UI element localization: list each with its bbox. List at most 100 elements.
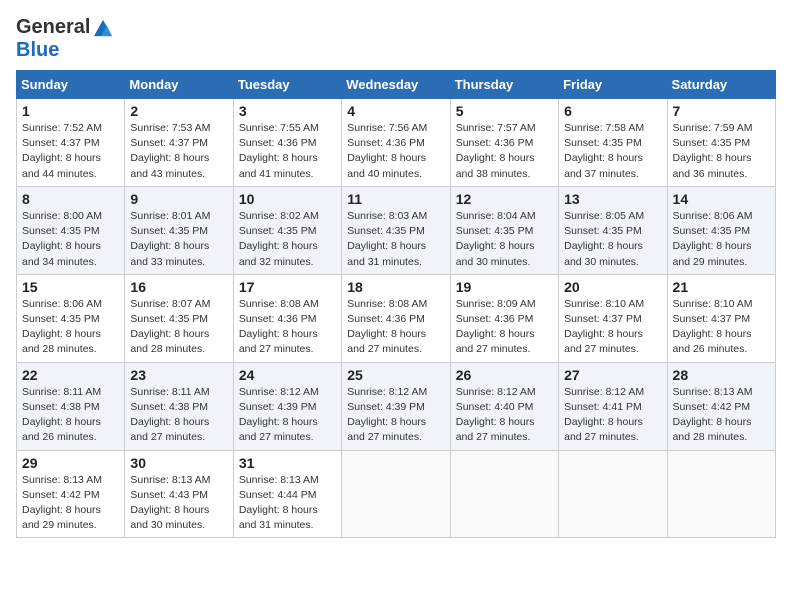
day-number: 14 [673, 191, 770, 207]
day-number: 7 [673, 103, 770, 119]
day-number: 11 [347, 191, 444, 207]
calendar-cell: 16 Sunrise: 8:07 AMSunset: 4:35 PMDayligh… [125, 274, 233, 362]
day-number: 30 [130, 455, 227, 471]
day-number: 1 [22, 103, 119, 119]
day-info: Sunrise: 8:10 AMSunset: 4:37 PMDaylight:… [564, 297, 661, 358]
day-number: 8 [22, 191, 119, 207]
calendar-cell: 19Sunrise: 8:09 AMSunset: 4:36 PMDayligh… [450, 274, 558, 362]
day-number: 18 [347, 279, 444, 295]
day-info: Sunrise: 7:58 AMSunset: 4:35 PMDaylight:… [564, 121, 661, 182]
logo-icon [94, 19, 112, 37]
calendar-cell: 23Sunrise: 8:11 AMSunset: 4:38 PMDayligh… [125, 362, 233, 450]
day-number: 15 [22, 279, 119, 295]
calendar-cell: 6 Sunrise: 7:58 AMSunset: 4:35 PMDaylight… [559, 99, 667, 187]
day-number: 16 [130, 279, 227, 295]
day-header-thursday: Thursday [450, 71, 558, 99]
day-number: 10 [239, 191, 336, 207]
calendar-cell: 9Sunrise: 8:01 AMSunset: 4:35 PMDaylight… [125, 186, 233, 274]
day-number: 29 [22, 455, 119, 471]
day-info: Sunrise: 8:11 AMSunset: 4:38 PMDaylight:… [22, 385, 119, 446]
day-number: 27 [564, 367, 661, 383]
day-number: 24 [239, 367, 336, 383]
calendar-cell: 28 Sunrise: 8:13 AMSunset: 4:42 PMDayligh… [667, 362, 775, 450]
calendar-cell: 14 Sunrise: 8:06 AMSunset: 4:35 PMDayligh… [667, 186, 775, 274]
day-number: 3 [239, 103, 336, 119]
calendar-week-row: 15Sunrise: 8:06 AMSunset: 4:35 PMDayligh… [17, 274, 776, 362]
day-number: 13 [564, 191, 661, 207]
logo: General Blue [16, 16, 112, 62]
calendar-cell: 5 Sunrise: 7:57 AMSunset: 4:36 PMDaylight… [450, 99, 558, 187]
calendar-cell: 30 Sunrise: 8:13 AMSunset: 4:43 PMDayligh… [125, 450, 233, 538]
calendar-cell: 27 Sunrise: 8:12 AMSunset: 4:41 PMDayligh… [559, 362, 667, 450]
calendar-cell: 4 Sunrise: 7:56 AMSunset: 4:36 PMDaylight… [342, 99, 450, 187]
day-info: Sunrise: 8:04 AMSunset: 4:35 PMDaylight:… [456, 209, 553, 270]
day-number: 19 [456, 279, 553, 295]
calendar-cell: 10 Sunrise: 8:02 AMSunset: 4:35 PMDayligh… [233, 186, 341, 274]
calendar-cell: 13 Sunrise: 8:05 AMSunset: 4:35 PMDayligh… [559, 186, 667, 274]
day-info: Sunrise: 8:12 AMSunset: 4:39 PMDaylight:… [239, 385, 336, 446]
calendar-cell: 26 Sunrise: 8:12 AMSunset: 4:40 PMDayligh… [450, 362, 558, 450]
logo-general-text: General [16, 16, 90, 39]
day-header-friday: Friday [559, 71, 667, 99]
calendar-cell [450, 450, 558, 538]
day-info: Sunrise: 8:12 AMSunset: 4:40 PMDaylight:… [456, 385, 553, 446]
calendar-cell: 31Sunrise: 8:13 AMSunset: 4:44 PMDayligh… [233, 450, 341, 538]
day-info: Sunrise: 7:56 AMSunset: 4:36 PMDaylight:… [347, 121, 444, 182]
calendar-table: SundayMondayTuesdayWednesdayThursdayFrid… [16, 70, 776, 538]
day-header-sunday: Sunday [17, 71, 125, 99]
day-info: Sunrise: 8:05 AMSunset: 4:35 PMDaylight:… [564, 209, 661, 270]
calendar-week-row: 22Sunrise: 8:11 AMSunset: 4:38 PMDayligh… [17, 362, 776, 450]
calendar-week-row: 8 Sunrise: 8:00 AMSunset: 4:35 PMDaylight… [17, 186, 776, 274]
day-info: Sunrise: 8:13 AMSunset: 4:43 PMDaylight:… [130, 473, 227, 534]
calendar-week-row: 1Sunrise: 7:52 AMSunset: 4:37 PMDaylight… [17, 99, 776, 187]
calendar-cell: 15Sunrise: 8:06 AMSunset: 4:35 PMDayligh… [17, 274, 125, 362]
day-info: Sunrise: 8:12 AMSunset: 4:39 PMDaylight:… [347, 385, 444, 446]
calendar-cell: 29Sunrise: 8:13 AMSunset: 4:42 PMDayligh… [17, 450, 125, 538]
day-header-wednesday: Wednesday [342, 71, 450, 99]
calendar-header-row: SundayMondayTuesdayWednesdayThursdayFrid… [17, 71, 776, 99]
calendar-cell: 7 Sunrise: 7:59 AMSunset: 4:35 PMDaylight… [667, 99, 775, 187]
day-number: 28 [673, 367, 770, 383]
logo-blue-text: Blue [16, 39, 59, 62]
day-info: Sunrise: 8:08 AMSunset: 4:36 PMDaylight:… [239, 297, 336, 358]
day-info: Sunrise: 8:13 AMSunset: 4:42 PMDaylight:… [673, 385, 770, 446]
calendar-cell: 11 Sunrise: 8:03 AMSunset: 4:35 PMDayligh… [342, 186, 450, 274]
day-number: 2 [130, 103, 227, 119]
day-info: Sunrise: 8:00 AMSunset: 4:35 PMDaylight:… [22, 209, 119, 270]
day-info: Sunrise: 8:10 AMSunset: 4:37 PMDaylight:… [673, 297, 770, 358]
day-info: Sunrise: 8:07 AMSunset: 4:35 PMDaylight:… [130, 297, 227, 358]
calendar-cell: 20Sunrise: 8:10 AMSunset: 4:37 PMDayligh… [559, 274, 667, 362]
calendar-cell: 2 Sunrise: 7:53 AMSunset: 4:37 PMDaylight… [125, 99, 233, 187]
calendar-cell: 18 Sunrise: 8:08 AMSunset: 4:36 PMDayligh… [342, 274, 450, 362]
day-number: 31 [239, 455, 336, 471]
day-info: Sunrise: 7:55 AMSunset: 4:36 PMDaylight:… [239, 121, 336, 182]
calendar-cell: 21Sunrise: 8:10 AMSunset: 4:37 PMDayligh… [667, 274, 775, 362]
calendar-cell: 24 Sunrise: 8:12 AMSunset: 4:39 PMDayligh… [233, 362, 341, 450]
calendar-cell [667, 450, 775, 538]
day-info: Sunrise: 7:59 AMSunset: 4:35 PMDaylight:… [673, 121, 770, 182]
calendar-cell: 8 Sunrise: 8:00 AMSunset: 4:35 PMDaylight… [17, 186, 125, 274]
calendar-cell: 3 Sunrise: 7:55 AMSunset: 4:36 PMDaylight… [233, 99, 341, 187]
day-number: 25 [347, 367, 444, 383]
day-info: Sunrise: 7:53 AMSunset: 4:37 PMDaylight:… [130, 121, 227, 182]
day-number: 5 [456, 103, 553, 119]
day-info: Sunrise: 8:06 AMSunset: 4:35 PMDaylight:… [673, 209, 770, 270]
day-number: 17 [239, 279, 336, 295]
calendar-cell [559, 450, 667, 538]
day-header-saturday: Saturday [667, 71, 775, 99]
calendar-cell: 17 Sunrise: 8:08 AMSunset: 4:36 PMDayligh… [233, 274, 341, 362]
day-number: 6 [564, 103, 661, 119]
calendar-cell: 22Sunrise: 8:11 AMSunset: 4:38 PMDayligh… [17, 362, 125, 450]
day-number: 23 [130, 367, 227, 383]
day-info: Sunrise: 7:57 AMSunset: 4:36 PMDaylight:… [456, 121, 553, 182]
day-info: Sunrise: 8:02 AMSunset: 4:35 PMDaylight:… [239, 209, 336, 270]
day-number: 9 [130, 191, 227, 207]
day-number: 26 [456, 367, 553, 383]
calendar-cell [342, 450, 450, 538]
day-number: 12 [456, 191, 553, 207]
day-header-tuesday: Tuesday [233, 71, 341, 99]
day-info: Sunrise: 8:08 AMSunset: 4:36 PMDaylight:… [347, 297, 444, 358]
day-info: Sunrise: 8:03 AMSunset: 4:35 PMDaylight:… [347, 209, 444, 270]
day-number: 4 [347, 103, 444, 119]
day-info: Sunrise: 8:12 AMSunset: 4:41 PMDaylight:… [564, 385, 661, 446]
